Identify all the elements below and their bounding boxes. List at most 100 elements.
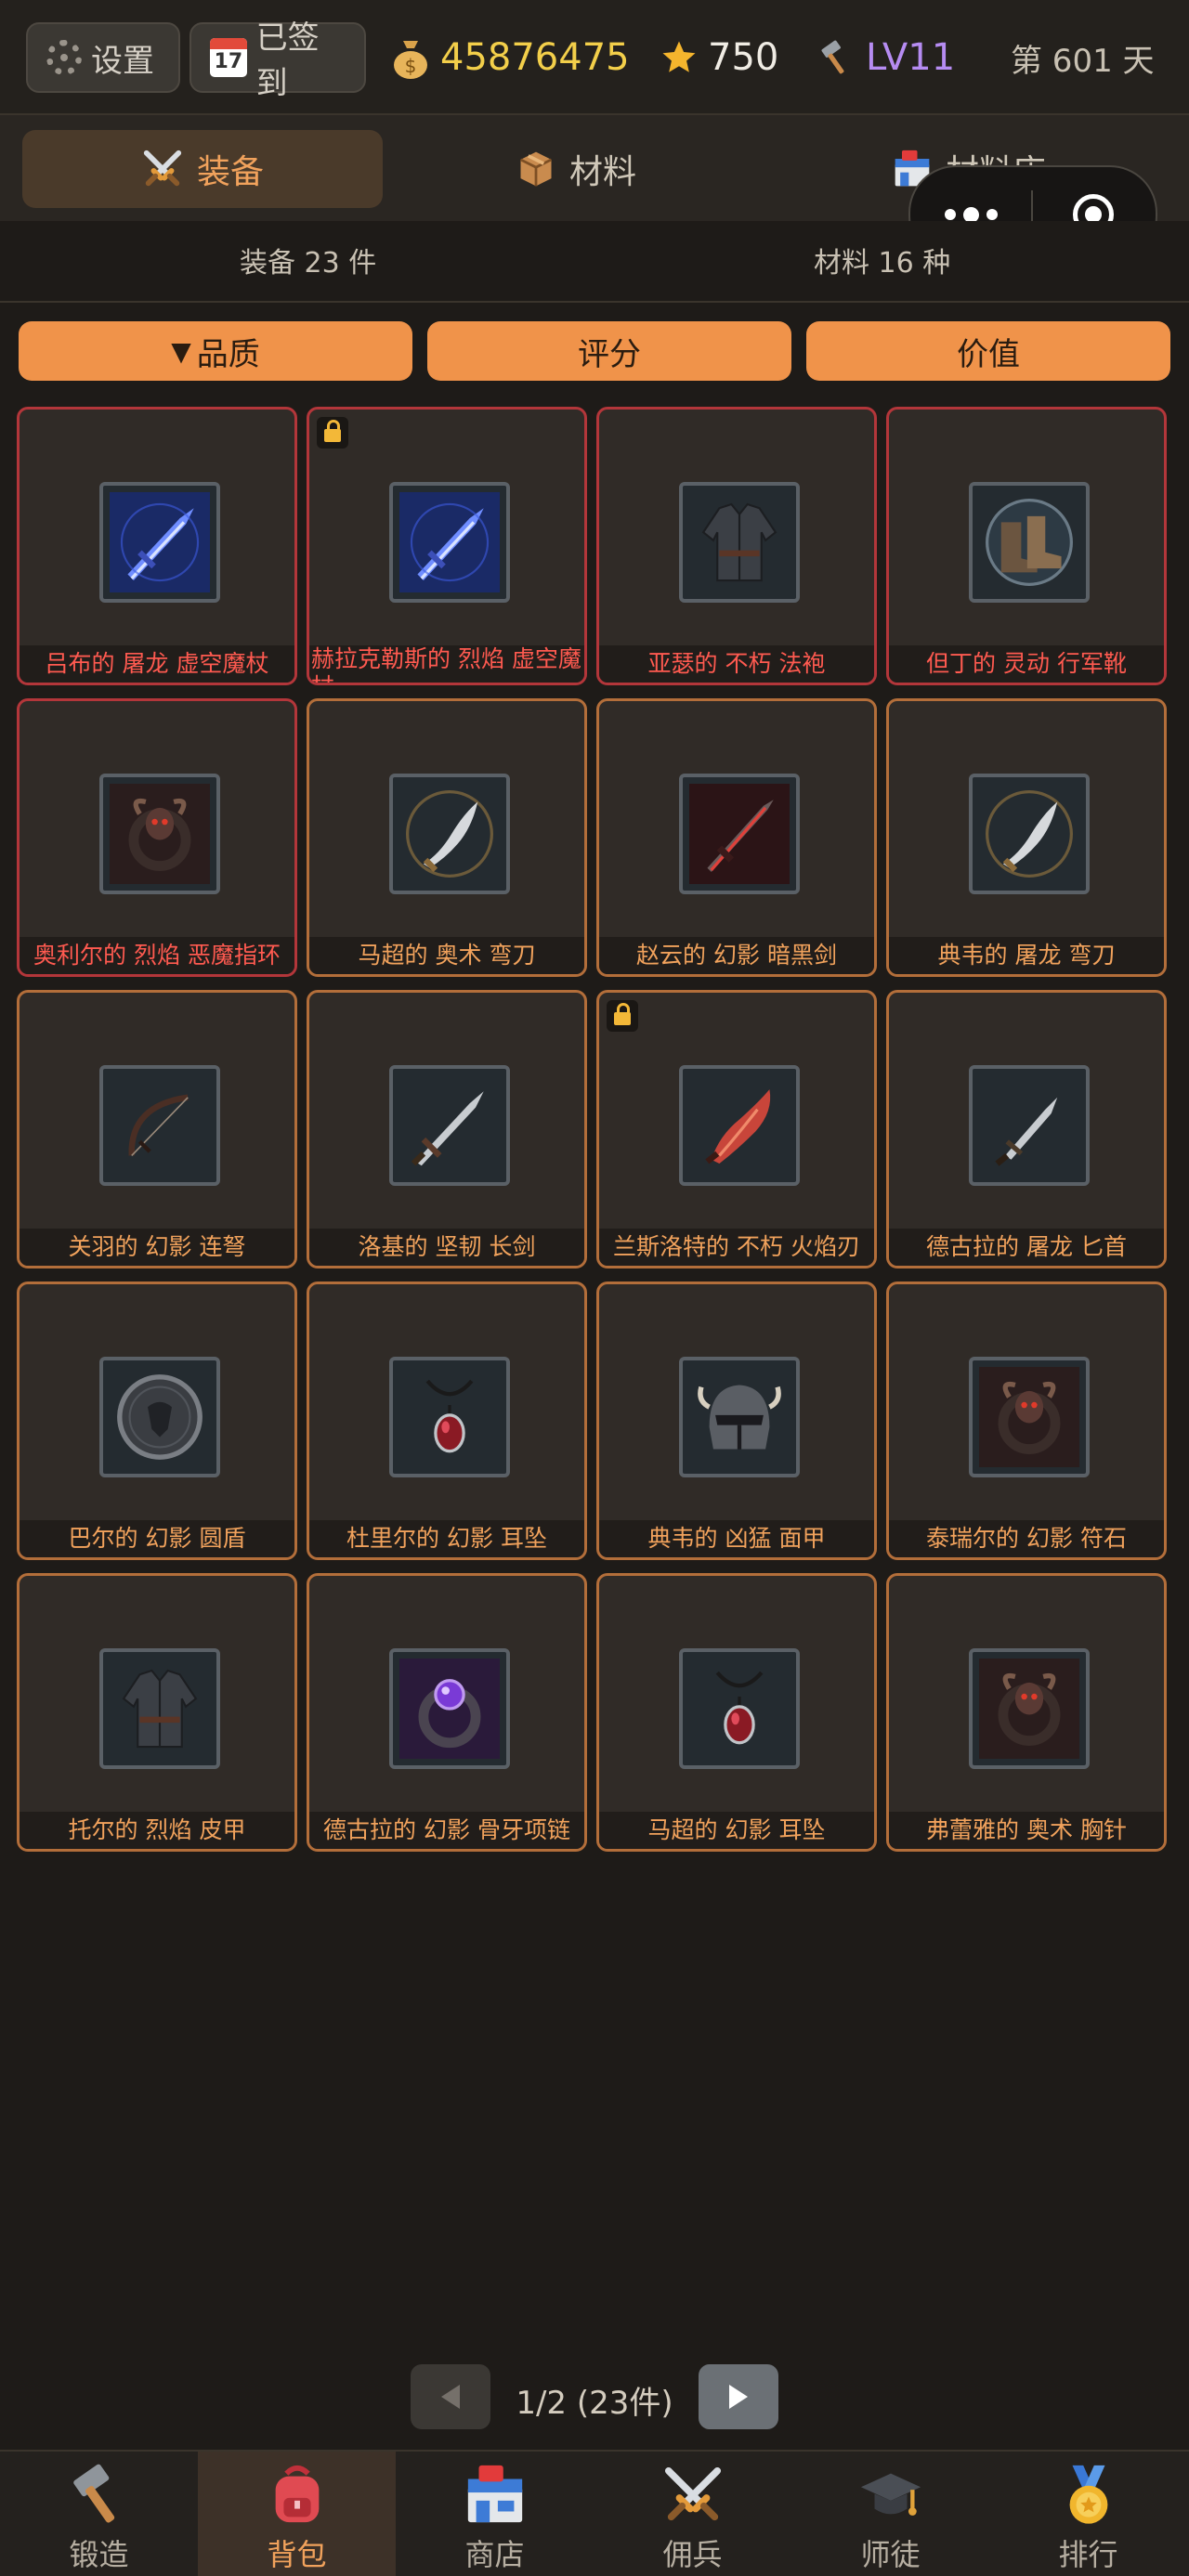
nav-ranking[interactable]: 排行: [989, 2452, 1187, 2576]
pendant-icon: [715, 1671, 764, 1745]
item-name: 杜里尔的 幻影 耳坠: [309, 1520, 584, 1557]
nav-ranking-label: 排行: [1058, 2537, 1118, 2572]
item-name: 德古拉的 幻影 骨牙项链: [309, 1812, 584, 1849]
hammer-icon: [72, 2464, 114, 2523]
item-card[interactable]: 关羽的 幻影 连弩: [17, 990, 297, 1268]
item-name: 泰瑞尔的 幻影 符石: [889, 1520, 1164, 1557]
nav-shop-label: 商店: [464, 2537, 525, 2572]
item-card[interactable]: 泰瑞尔的 幻影 符石: [886, 1281, 1167, 1560]
sort-quality-button[interactable]: ▼ 品质: [19, 321, 412, 381]
item-card[interactable]: 但丁的 灵动 行军靴: [886, 407, 1167, 685]
item-card[interactable]: 洛基的 坚韧 长剑: [307, 990, 587, 1268]
item-thumbnail: [389, 482, 510, 603]
tab-materials-label: 材料: [568, 153, 636, 191]
item-name: 巴尔的 幻影 圆盾: [20, 1520, 294, 1557]
item-thumbnail: [679, 1648, 800, 1769]
item-thumbnail: [969, 1065, 1090, 1186]
item-card[interactable]: 巴尔的 幻影 圆盾: [17, 1281, 297, 1560]
item-name: 赫拉克勒斯的 烈焰 虚空魔杖: [309, 645, 584, 683]
robe-icon: [122, 1669, 198, 1749]
next-page-button[interactable]: [699, 2364, 778, 2429]
crossed-swords-icon: [664, 2466, 721, 2521]
item-name: 德古拉的 屠龙 匕首: [889, 1229, 1164, 1266]
level-label: LV11: [866, 36, 956, 79]
item-thumbnail: [99, 1065, 220, 1186]
item-card[interactable]: 赫拉克勒斯的 烈焰 虚空魔杖: [307, 407, 587, 685]
tab-materials[interactable]: 材料: [418, 130, 734, 208]
checkin-button[interactable]: 已签到: [189, 20, 366, 102]
scimitar-icon: [986, 790, 1073, 878]
item-card[interactable]: 马超的 幻影 耳坠: [596, 1573, 877, 1852]
item-card[interactable]: 马超的 奥术 弯刀: [307, 698, 587, 977]
item-card[interactable]: 杜里尔的 幻影 耳坠: [307, 1281, 587, 1560]
item-name: 洛基的 坚韧 长剑: [309, 1229, 584, 1266]
item-name: 马超的 幻影 耳坠: [599, 1812, 874, 1849]
item-thumbnail: [99, 1357, 220, 1477]
tab-equipment[interactable]: 装备: [22, 130, 383, 208]
helmet-icon: [698, 1385, 781, 1450]
store-icon: [467, 2465, 522, 2523]
item-card[interactable]: 托尔的 烈焰 皮甲: [17, 1573, 297, 1852]
item-card[interactable]: 德古拉的 屠龙 匕首: [886, 990, 1167, 1268]
pendant-icon: [425, 1379, 474, 1453]
flame-blade-icon: [705, 1089, 771, 1164]
item-thumbnail: [389, 1065, 510, 1186]
star-counter: 750: [660, 33, 778, 82]
item-thumbnail: [389, 1648, 510, 1769]
item-thumbnail: [389, 774, 510, 894]
sort-score-button[interactable]: 评分: [427, 321, 791, 381]
item-card[interactable]: 吕布的 屠龙 虚空魔杖: [17, 407, 297, 685]
demon-ring-icon: [110, 784, 210, 884]
box-icon: [519, 151, 553, 187]
nav-mentor-label: 师徒: [860, 2537, 921, 2572]
item-card[interactable]: 德古拉的 幻影 骨牙项链: [307, 1573, 587, 1852]
nav-mercenary[interactable]: 佣兵: [594, 2452, 791, 2576]
sort-score-label: 评分: [578, 335, 641, 373]
bottom-navigation: 锻造 背包 商店 佣兵 师徒 排行: [0, 2450, 1189, 2576]
item-name: 吕布的 屠龙 虚空魔杖: [20, 645, 294, 683]
prev-page-button[interactable]: [411, 2364, 490, 2429]
item-card[interactable]: 兰斯洛特的 不朽 火焰刃: [596, 990, 877, 1268]
item-card[interactable]: 弗蕾雅的 奥术 胸针: [886, 1573, 1167, 1852]
boots-icon: [986, 499, 1073, 586]
nav-shop[interactable]: 商店: [396, 2452, 594, 2576]
item-thumbnail: [969, 482, 1090, 603]
blue-sword-icon: [110, 492, 210, 592]
nav-backpack[interactable]: 背包: [198, 2452, 396, 2576]
item-thumbnail: [969, 774, 1090, 894]
medal-icon: [1069, 2465, 1107, 2524]
nav-forge[interactable]: 锻造: [0, 2452, 198, 2576]
calendar-icon: [210, 38, 247, 77]
item-name: 马超的 奥术 弯刀: [309, 937, 584, 974]
checkin-label: 已签到: [255, 20, 320, 102]
material-count: 材料 16 种: [814, 247, 951, 280]
settings-button[interactable]: 设置: [26, 22, 180, 93]
nav-mentor[interactable]: 师徒: [791, 2452, 989, 2576]
money-bag-icon: $: [394, 41, 427, 79]
item-name: 托尔的 烈焰 皮甲: [20, 1812, 294, 1849]
longsword-icon: [411, 1091, 484, 1166]
item-card[interactable]: 赵云的 幻影 暗黑剑: [596, 698, 877, 977]
demon-ring-icon: [979, 1367, 1079, 1467]
next-arrow-icon: [729, 2385, 748, 2409]
item-name: 赵云的 幻影 暗黑剑: [599, 937, 874, 974]
sort-value-label: 价值: [957, 335, 1020, 373]
settings-label: 设置: [91, 42, 154, 80]
item-thumbnail: [679, 774, 800, 894]
item-name: 奥利尔的 烈焰 恶魔指环: [20, 937, 294, 974]
sort-value-button[interactable]: 价值: [806, 321, 1170, 381]
item-thumbnail: [969, 1648, 1090, 1769]
more-menu-button[interactable]: [910, 206, 1031, 223]
lock-icon: [317, 417, 348, 449]
nav-forge-label: 锻造: [69, 2537, 129, 2572]
item-card[interactable]: 亚瑟的 不朽 法袍: [596, 407, 877, 685]
round-shield-icon: [117, 1374, 203, 1460]
backpack-icon: [275, 2465, 319, 2523]
item-name: 亚瑟的 不朽 法袍: [599, 645, 874, 683]
hammer-icon: [821, 40, 844, 74]
item-card[interactable]: 典韦的 凶猛 面甲: [596, 1281, 877, 1560]
item-card[interactable]: 典韦的 屠龙 弯刀: [886, 698, 1167, 977]
purple-ring-icon: [399, 1659, 500, 1759]
item-card[interactable]: 奥利尔的 烈焰 恶魔指环: [17, 698, 297, 977]
item-name: 典韦的 凶猛 面甲: [599, 1520, 874, 1557]
